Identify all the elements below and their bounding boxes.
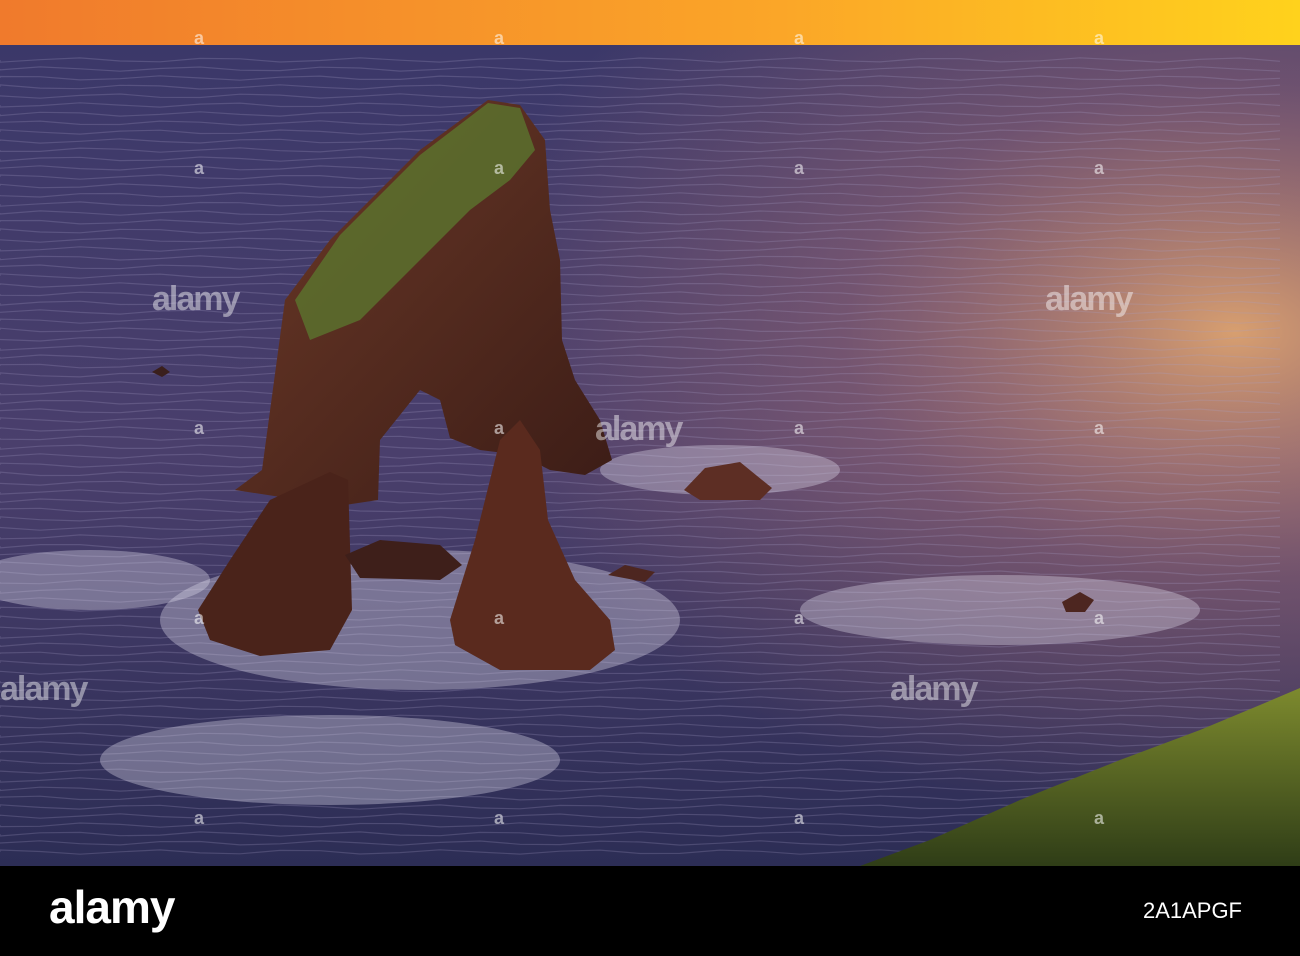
watermark-alamy: alamy (1045, 280, 1133, 318)
alamy-logo: alamy (49, 881, 175, 933)
watermark-a: a (194, 608, 204, 628)
watermark-a: a (1094, 418, 1104, 438)
watermark-alamy: alamy (890, 670, 978, 708)
watermark-a: a (494, 28, 504, 48)
watermark-a: a (1094, 808, 1104, 828)
watermark-a: a (494, 608, 504, 628)
stock-photo-frame: a a a a a a a a a a a a a a a a a a a a alamy alamy alamy alamy… (0, 0, 1300, 956)
watermark-a: a (494, 158, 504, 178)
watermark-a: a (194, 418, 204, 438)
image-id-label: 2A1APGF (1142, 898, 1242, 923)
watermark-alamy: alamy (595, 410, 683, 448)
watermark-a: a (494, 418, 504, 438)
watermark-alamy: alamy (152, 280, 240, 318)
watermark-a: a (194, 158, 204, 178)
watermark-a: a (794, 28, 804, 48)
footer-bar: alamy 2A1APGF (0, 866, 1300, 956)
watermark-a: a (494, 808, 504, 828)
watermark-a: a (794, 158, 804, 178)
watermark-a: a (794, 808, 804, 828)
watermark-a: a (1094, 28, 1104, 48)
watermark-a: a (194, 808, 204, 828)
watermark-a: a (1094, 608, 1104, 628)
watermark-a: a (794, 608, 804, 628)
watermark-alamy: alamy (0, 670, 88, 708)
watermark-a: a (794, 418, 804, 438)
watermark-a: a (194, 28, 204, 48)
watermark-a: a (1094, 158, 1104, 178)
